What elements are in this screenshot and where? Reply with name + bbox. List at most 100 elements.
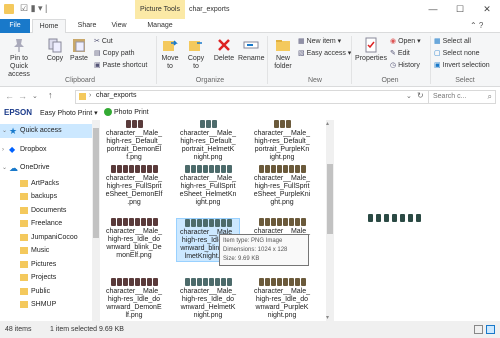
select-all-button[interactable]: ▦ Select all [434,37,471,46]
file-item[interactable]: character__Male_ high-res_FullSprit eSheet… [176,165,240,207]
quick-access-toolbar[interactable]: ☑ ▮ ▾ | [20,3,47,14]
invert-selection-icon: ▣ [434,62,443,69]
open-button[interactable]: ◉ Open ▾ [390,37,421,46]
history-button[interactable]: ◷ History [390,61,420,70]
sprite-frame [208,278,214,286]
sidebar-item-label: Dropbox [20,146,47,153]
sidebar-item-label: backups [31,193,58,200]
sidebar-item-label: Pictures [31,261,57,268]
invert-selection-button[interactable]: ▣ Invert selection [434,61,490,70]
file-name-line: character__Male_ [105,175,163,182]
tab-view[interactable]: View [104,19,134,33]
new-folder-button[interactable]: New folder [270,37,296,71]
sidebar-item[interactable]: JumpaniCocoo [0,231,93,245]
sidebar-item[interactable]: ArtPacks [0,177,93,191]
file-name-line: high-res_Default_ [254,138,310,145]
ribbon-collapse-icon[interactable]: ⌃ ? [470,21,483,30]
sprite-frame [294,218,300,226]
file-item[interactable]: character__Male_high-res_Idle_downward_b… [102,218,166,260]
easy-photo-print-button[interactable]: Easy Photo Print ▾ [40,109,98,117]
search-icon: ⌕ [487,92,492,101]
sidebar-item[interactable]: ★ Quick access ⌄ [0,124,93,138]
folder-icon [20,247,28,254]
minimize-button[interactable]: — [420,0,446,19]
sidebar-item[interactable]: ☁ OneDrive ⌄ [0,161,93,175]
edit-button[interactable]: ✎ Edit [390,49,410,58]
sidebar-item[interactable]: Music [0,244,93,258]
photo-print-button[interactable]: Photo Print [114,109,149,116]
file-list-scrollbar[interactable]: ▴ ▾ [326,120,334,321]
folder-icon [20,288,28,295]
sprite-frame [282,278,288,286]
file-item[interactable]: character__Male_ high-res_Default_ portrai… [102,120,166,162]
sidebar-item[interactable]: Freelance [0,217,93,231]
scroll-down-icon[interactable]: ▾ [326,314,329,321]
expand-chevron-icon[interactable]: › [2,143,4,157]
copy-to-button[interactable]: Copy to [184,37,208,71]
breadcrumb[interactable]: char_exports [96,92,136,99]
file-item[interactable]: character__Male_ high-res_Default_ portrai… [250,120,314,162]
file-item[interactable]: character__Male_ high-res_FullSprit eSheet… [102,165,166,207]
close-button[interactable]: ✕ [474,0,500,19]
file-list: character__Male_ high-res_Default_ portrai… [100,120,326,321]
sprite-frame [199,120,205,128]
copy-button[interactable]: Copy [44,37,66,63]
sprite-frame [152,165,158,173]
sidebar-item[interactable]: Pictures [0,258,93,272]
file-name-line: .png [127,199,141,206]
scrollbar-thumb[interactable] [93,128,99,238]
scrollbar-thumb[interactable] [327,164,333,234]
search-input[interactable]: Search c... ⌕ [428,90,496,104]
back-button[interactable]: ← [5,91,14,101]
pin-quick-access-button[interactable]: Pin to Quick access [2,37,36,79]
delete-label: Delete [213,55,235,62]
tab-share[interactable]: Share [70,19,104,33]
tab-manage[interactable]: Manage [135,19,185,33]
tab-file[interactable]: File [0,19,30,33]
file-item[interactable]: character__Male_ high-res_Idle_do wnward_H… [176,278,240,320]
properties-button[interactable]: Properties [354,37,388,63]
expand-chevron-icon[interactable]: ⌄ [2,161,7,175]
select-none-button[interactable]: ▢ Select none [434,49,480,58]
file-thumbnail [102,165,166,173]
maximize-button[interactable]: ☐ [447,0,473,19]
sidebar-item[interactable]: ◆ Dropbox › [0,143,93,157]
address-bar[interactable]: › char_exports ⌄ ↻ [75,90,455,104]
details-view-icon[interactable] [474,325,483,334]
recent-locations-button[interactable]: ⌄ [32,92,38,100]
refresh-icon[interactable]: ↻ [417,91,424,100]
cut-button[interactable]: ✂ Cut [94,37,113,46]
file-item[interactable]: character__Male_ high-res_Default_ portrai… [176,120,240,162]
tooltip-type: Item type: PNG Image [223,238,283,244]
delete-button[interactable]: Delete [212,37,236,63]
sidebar-item[interactable]: Public [0,285,93,299]
paste-button[interactable]: Paste [68,37,90,63]
forward-button[interactable]: → [18,91,27,101]
sidebar-item[interactable]: backups [0,190,93,204]
expand-chevron-icon[interactable]: ⌄ [2,124,7,138]
sprite-frame [264,218,270,226]
sidebar-item[interactable]: Documents [0,204,93,218]
scissors-icon: ✂ [94,38,102,45]
address-dropdown-icon[interactable]: ⌄ [406,92,412,100]
large-icons-view-icon[interactable] [486,325,495,334]
easy-access-button[interactable]: ▧ Easy access ▾ [298,49,351,58]
sidebar-item[interactable]: SHMUP [0,298,93,312]
file-item[interactable]: character__Male_ high-res_Idle_do wnward_D… [102,278,166,320]
up-button[interactable]: ↑ [48,90,53,100]
tab-home[interactable]: Home [32,19,66,34]
sidebar-item[interactable]: Projects [0,271,93,285]
folder-icon [20,207,28,214]
scroll-up-icon[interactable]: ▴ [326,120,329,127]
move-to-button[interactable]: Move to [158,37,182,71]
copy-path-button[interactable]: ▤ Copy path [94,49,134,58]
file-item[interactable]: character__Male_ high-res_FullSprit eSheet… [250,165,314,207]
file-name-line: high-res_FullSprit [106,183,162,190]
sprite-frame [146,278,152,286]
navigation-pane-scrollbar[interactable] [92,120,100,321]
file-item[interactable]: character__Male_ high-res_Idle_do wnward_P… [250,278,314,320]
new-item-button[interactable]: ▦ New item ▾ [298,37,341,46]
paste-shortcut-button[interactable]: ▣ Paste shortcut [94,61,147,70]
sprite-frame [134,218,140,226]
rename-button[interactable]: Rename [238,37,264,63]
